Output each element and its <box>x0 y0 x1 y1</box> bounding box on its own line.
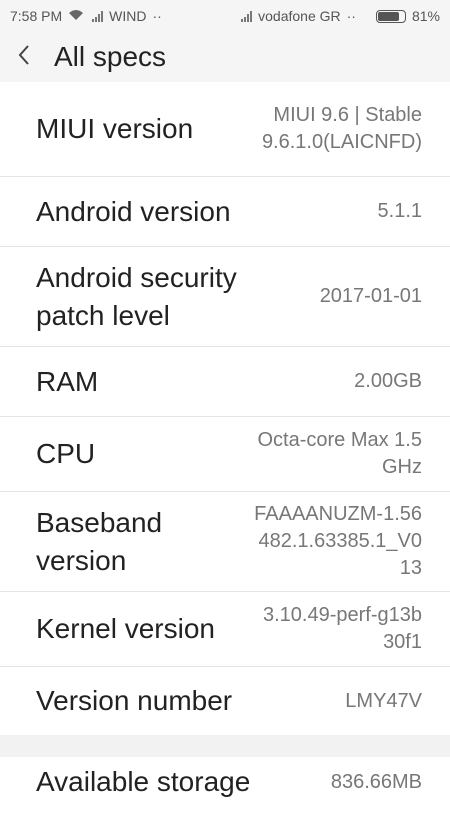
carrier-2-dots: ·· <box>346 8 356 24</box>
spec-value: Octa-core Max 1.5GHz <box>257 429 422 478</box>
carrier-1-dots: ·· <box>152 8 162 24</box>
specs-list: MIUI version MIUI 9.6 | Stable 9.6.1.0(L… <box>0 82 450 735</box>
carrier-1-name: WIND <box>109 8 147 24</box>
signal-icon <box>241 10 253 22</box>
section-divider <box>0 735 450 757</box>
spec-label: Android security patch level <box>36 261 237 331</box>
spec-row-security-patch: Android security patch level 2017-01-01 <box>0 247 450 347</box>
spec-label: CPU <box>36 438 96 469</box>
status-time: 7:58 PM <box>10 8 63 24</box>
storage-label: Available storage <box>36 766 251 797</box>
status-bar: 7:58 PM WIND ·· vodafone GR ·· 81% <box>0 0 450 32</box>
app-header: All specs <box>0 32 450 82</box>
spec-row-miui-version: MIUI version MIUI 9.6 | Stable 9.6.1.0(L… <box>0 82 450 177</box>
spec-value: MIUI 9.6 | Stable 9.6.1.0(LAICNFD) <box>261 104 422 153</box>
spec-value: FAAAANUZM-1.56482.1.63385.1_V013 <box>254 503 422 579</box>
storage-row: Available storage 836.66MB <box>0 757 450 817</box>
spec-row-android-version: Android version 5.1.1 <box>0 177 450 247</box>
storage-value: 836.66MB <box>330 771 422 793</box>
chevron-left-icon <box>17 44 31 71</box>
spec-label: MIUI version <box>36 113 194 144</box>
spec-label: Android version <box>36 195 231 227</box>
spec-value: LMY47V <box>345 689 422 712</box>
back-button[interactable] <box>0 32 48 82</box>
spec-row-baseband: Baseband version FAAAANUZM-1.56482.1.633… <box>0 492 450 592</box>
spec-label: Kernel version <box>36 613 215 644</box>
spec-value: 5.1.1 <box>377 200 422 222</box>
spec-value: 3.10.49-perf-g13b30f1 <box>262 604 422 653</box>
spec-label: RAM <box>36 365 99 397</box>
spec-row-version-number: Version number LMY47V <box>0 667 450 735</box>
spec-label: Baseband version <box>36 506 163 576</box>
spec-value: 2017-01-01 <box>319 285 422 307</box>
spec-row-kernel: Kernel version 3.10.49-perf-g13b30f1 <box>0 592 450 667</box>
spec-row-cpu: CPU Octa-core Max 1.5GHz <box>0 417 450 492</box>
signal-icon <box>92 10 104 22</box>
spec-label: Version number <box>36 685 233 716</box>
carrier-2-name: vodafone GR <box>258 8 341 24</box>
wifi-icon <box>68 8 84 24</box>
battery-icon <box>375 9 406 23</box>
spec-row-ram: RAM 2.00GB <box>0 347 450 417</box>
battery-percent: 81% <box>411 8 440 24</box>
page-title: All specs <box>54 41 167 72</box>
spec-value: 2.00GB <box>354 370 422 392</box>
